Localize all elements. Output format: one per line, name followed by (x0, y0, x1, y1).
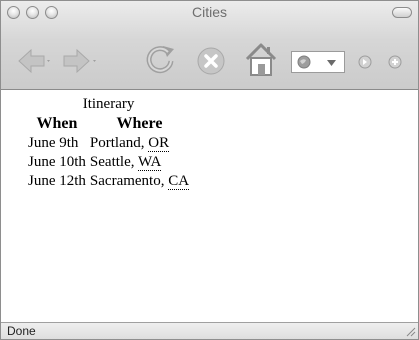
column-header-when: When (36, 115, 78, 132)
when-cell: June 12th (28, 173, 86, 189)
page-content: Itinerary When Where June 9th Portland, … (1, 90, 418, 322)
toolbar (1, 23, 418, 89)
state-abbreviation[interactable]: OR (148, 135, 170, 152)
window-chrome: Cities (1, 1, 418, 90)
resize-grip-icon[interactable] (405, 326, 416, 337)
home-icon[interactable] (244, 42, 278, 78)
where-cell: Seattle, WA (89, 154, 190, 171)
title-bar[interactable]: Cities (1, 1, 418, 23)
go-icon[interactable] (358, 55, 372, 69)
itinerary-table: Itinerary When Where June 9th Portland, … (25, 96, 192, 192)
reload-icon[interactable] (144, 43, 176, 77)
where-cell: Portland, OR (89, 135, 190, 152)
table-row: June 9th Portland, OR (27, 135, 190, 152)
window-title: Cities (191, 4, 227, 20)
search-icon[interactable] (388, 55, 402, 69)
state-abbreviation[interactable]: WA (137, 154, 162, 171)
table-row: June 12th Sacramento, CA (27, 173, 190, 190)
state-abbreviation[interactable]: CA (168, 173, 190, 190)
when-cell: June 10th (28, 154, 86, 170)
forward-arrow-icon[interactable] (61, 48, 99, 74)
where-cell: Sacramento, CA (89, 173, 190, 190)
stop-icon[interactable] (196, 46, 226, 76)
when-cell: June 9th (28, 135, 79, 151)
browser-window: Cities Itinerary When Where June 9th Por… (0, 0, 419, 340)
table-header-row: When Where (27, 115, 190, 133)
toolbar-toggle-button[interactable] (392, 7, 412, 18)
city-text: Sacramento, (89, 173, 169, 189)
column-header-where: Where (116, 115, 163, 132)
globe-icon (297, 55, 311, 69)
city-text: Portland, (89, 135, 149, 151)
location-field[interactable] (291, 51, 345, 73)
table-row: June 10th Seattle, WA (27, 154, 190, 171)
back-arrow-icon[interactable] (17, 48, 51, 74)
city-text: Seattle, (89, 154, 138, 170)
table-caption: Itinerary (82, 96, 135, 112)
status-text: Done (7, 324, 36, 338)
status-bar: Done (1, 322, 418, 339)
chevron-down-icon[interactable] (327, 60, 336, 67)
